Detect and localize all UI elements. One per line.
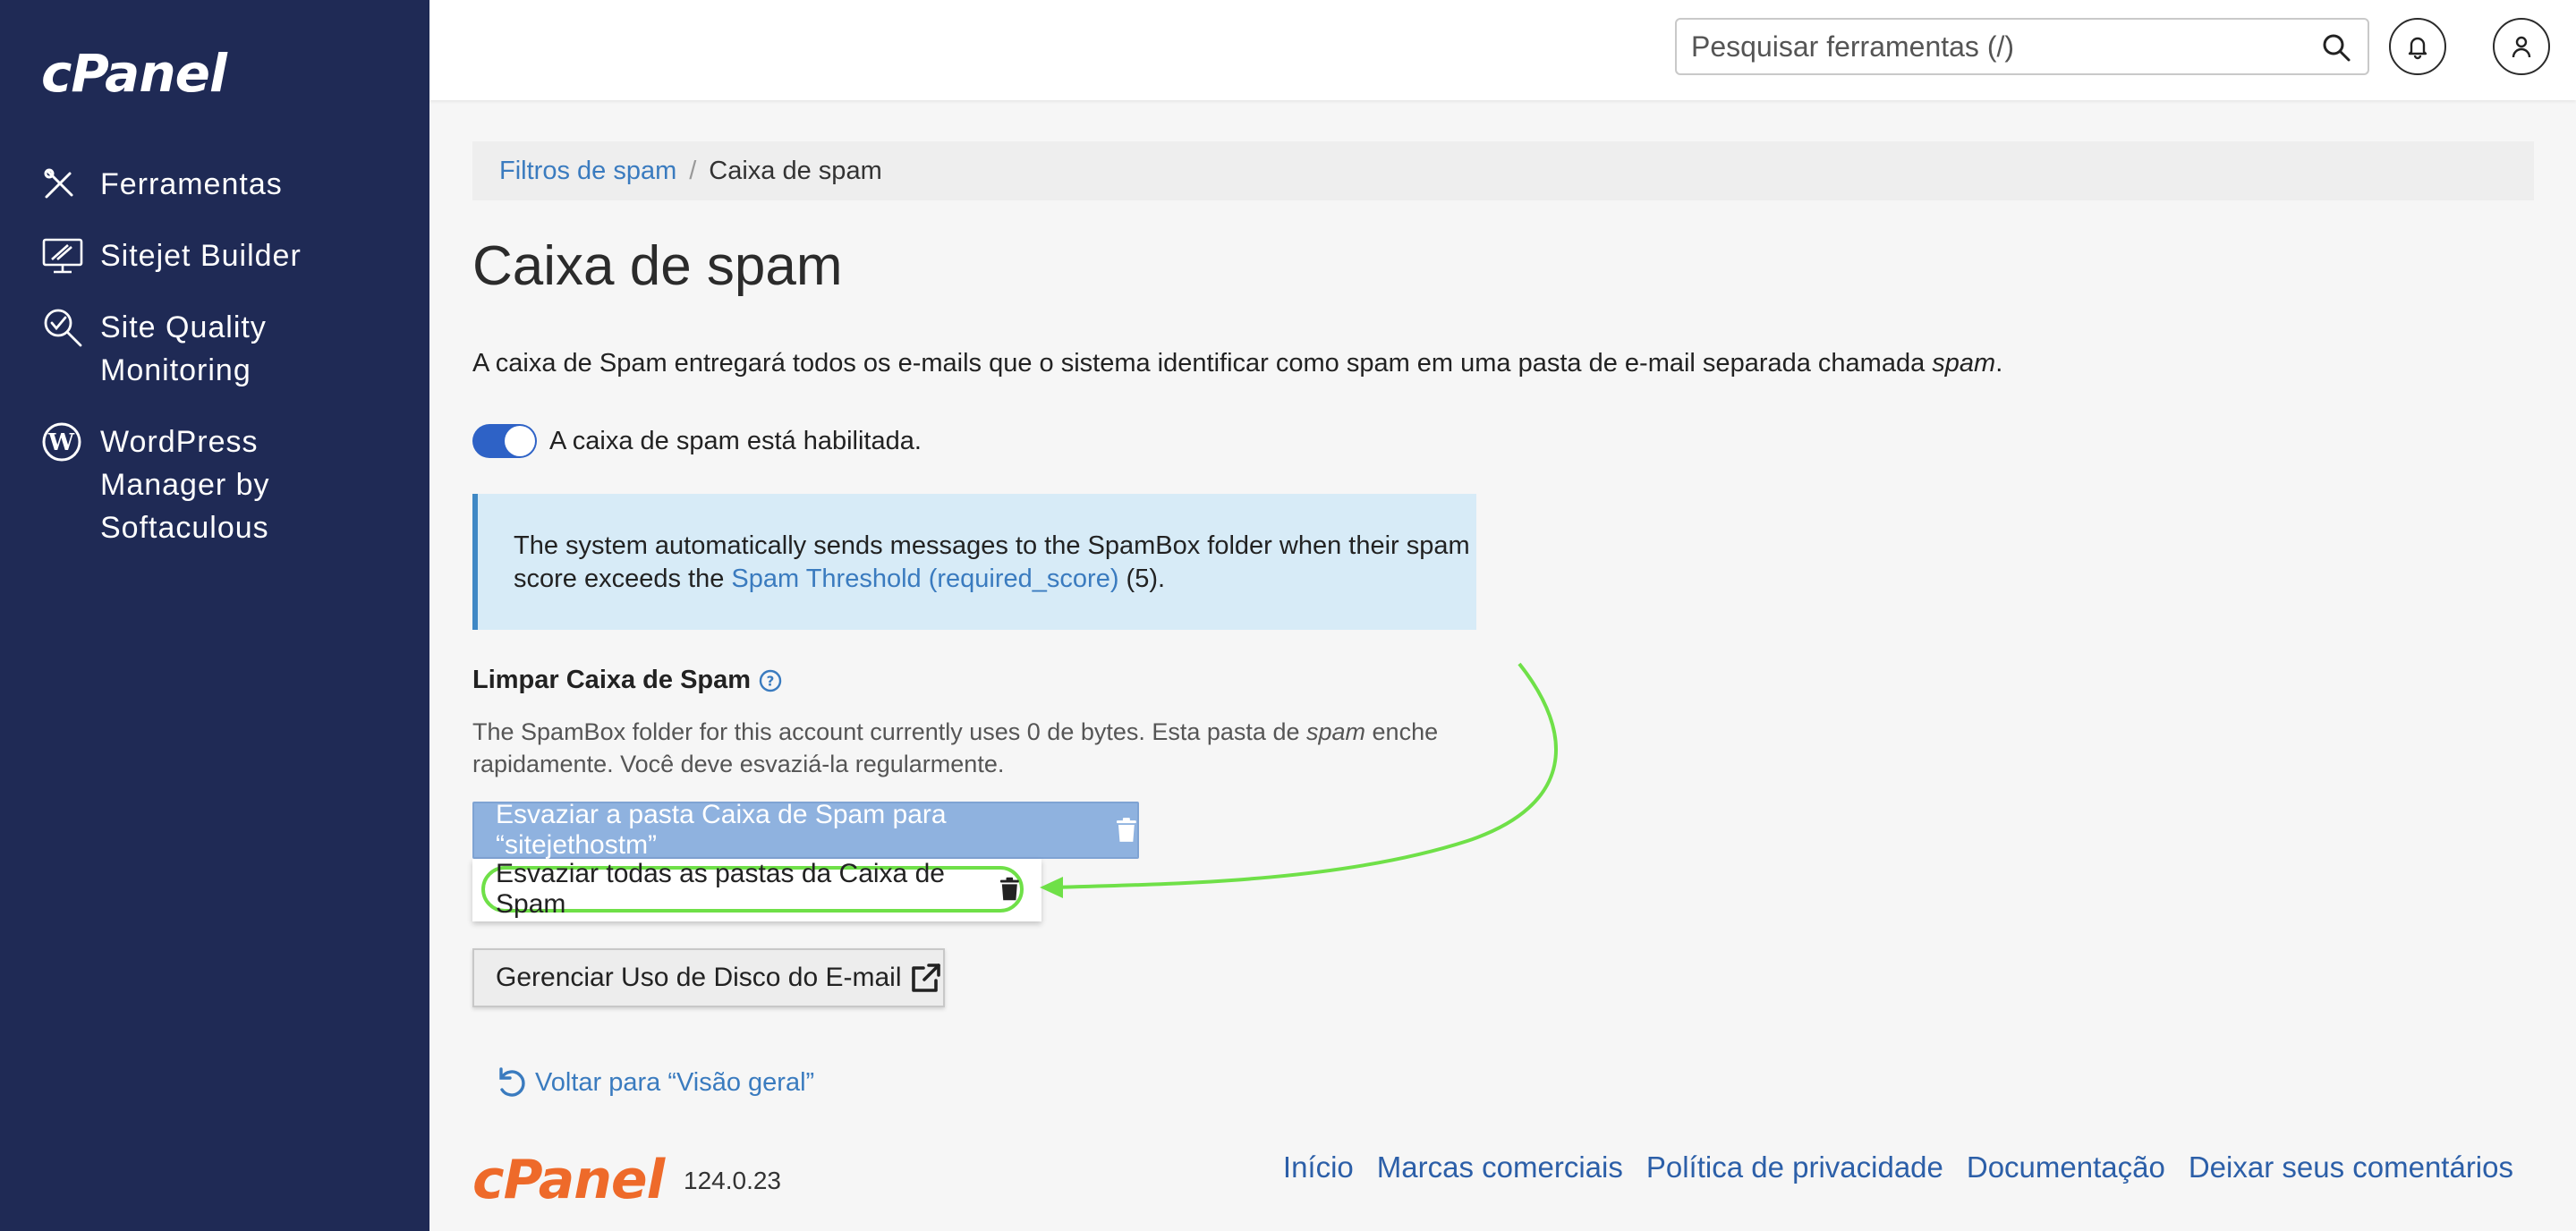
cpanel-logo[interactable]: cPanel [41,43,227,104]
sidebar-item-sitejet[interactable]: Sitejet Builder [41,234,302,277]
sidebar-item-label: Site Quality Monitoring [100,310,267,387]
spambox-toggle-row: A caixa de spam está habilitada. [472,424,922,458]
search-input[interactable] [1677,30,2294,64]
footer-cpanel-logo: cPanel [472,1149,665,1211]
empty-all-label: Esvaziar todas as pastas da Caixa de Spa… [496,859,945,919]
trash-icon [1000,877,1020,901]
page-description: A caixa de Spam entregará todos os e-mai… [472,349,2002,378]
spambox-toggle[interactable] [472,424,537,458]
search-box [1675,18,2369,75]
empty-all-spambox-option[interactable]: Esvaziar todas as pastas da Caixa de Spa… [481,859,1024,919]
notifications-button[interactable] [2389,18,2446,75]
info-alert: The system automatically sends messages … [472,494,1476,630]
sidebar: cPanel Ferramentas Sitejet Builder Site … [0,0,429,1231]
empty-spambox-button[interactable]: Esvaziar a pasta Caixa de Spam para “sit… [472,800,1139,860]
site-quality-icon [41,306,86,349]
tools-icon [41,163,86,206]
page-title: Caixa de spam [472,235,843,297]
toggle-knob [505,426,535,456]
footer-links: Início Marcas comerciais Política de pri… [1283,1150,2513,1184]
manage-disk-label: Gerenciar Uso de Disco do E-mail [496,963,902,992]
description-suffix: . [1995,349,2003,378]
info-suffix: (5). [1118,565,1166,593]
sidebar-item-label: Sitejet Builder [100,239,302,273]
sidebar-item-wordpress[interactable]: W WordPress Manager by Softaculous [41,420,381,549]
toggle-label: A caixa de spam está habilitada. [549,426,922,455]
breadcrumb-separator: / [689,156,697,185]
manage-disk-usage-button[interactable]: Gerenciar Uso de Disco do E-mail [472,948,945,1007]
sidebar-item-tools[interactable]: Ferramentas [41,163,283,206]
sidebar-item-label: Ferramentas [100,167,283,201]
sitejet-icon [41,234,86,277]
breadcrumb-current: Caixa de spam [709,156,882,185]
user-icon [2512,36,2531,58]
search-icon[interactable] [2321,32,2351,63]
footer-link-privacy[interactable]: Política de privacidade [1646,1150,1943,1184]
top-header [429,0,2576,100]
sidebar-item-label: WordPress Manager by Softaculous [100,425,270,545]
footer-link-trademarks[interactable]: Marcas comerciais [1377,1150,1623,1184]
spam-threshold-link[interactable]: Spam Threshold (required_score) [731,565,1118,593]
footer-link-feedback[interactable]: Deixar seus comentários [2189,1150,2513,1184]
undo-icon [499,1067,525,1097]
svg-text:?: ? [767,673,775,689]
wordpress-icon: W [41,420,86,463]
section-title-text: Limpar Caixa de Spam [472,666,752,694]
bell-icon [2408,37,2427,60]
back-link[interactable]: Voltar para “Visão geral” [494,1065,814,1100]
back-link-label: Voltar para “Visão geral” [535,1067,815,1097]
section-desc-emphasis: spam [1306,718,1366,745]
trash-icon [1117,818,1137,842]
empty-spambox-label: Esvaziar a pasta Caixa de Spam para “sit… [496,800,947,860]
empty-dropdown-menu: Esvaziar todas as pastas da Caixa de Spa… [472,859,1041,921]
breadcrumb-link-spam-filters[interactable]: Filtros de spam [499,157,676,186]
section-desc-text: The SpamBox folder for this account curr… [472,718,1306,745]
sidebar-item-site-quality[interactable]: Site Quality Monitoring [41,306,310,392]
section-description: The SpamBox folder for this account curr… [472,716,1492,780]
help-icon[interactable]: ? [758,668,783,693]
footer-link-documentation[interactable]: Documentação [1967,1150,2165,1184]
svg-text:W: W [47,429,75,456]
section-title: Limpar Caixa de Spam ? [472,666,783,695]
user-menu-button[interactable] [2493,18,2550,75]
description-emphasis: spam [1932,349,1996,378]
external-link-icon [911,964,940,992]
description-text: A caixa de Spam entregará todos os e-mai… [472,349,1933,378]
breadcrumb: Filtros de spam / Caixa de spam [472,141,2534,200]
footer-link-home[interactable]: Início [1283,1150,1354,1184]
version-label: 124.0.23 [684,1167,781,1194]
